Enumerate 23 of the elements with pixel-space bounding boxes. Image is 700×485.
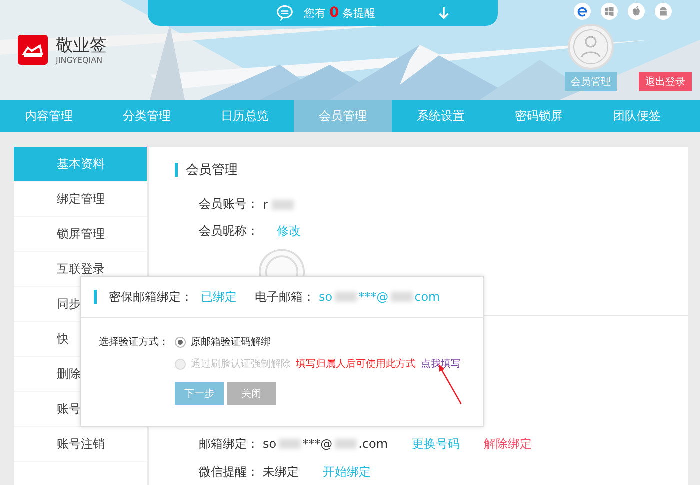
field-value: 未绑定 (263, 464, 299, 480)
section-title: 会员管理 (186, 162, 238, 179)
option-label: 通过刷脸认证强制解除 (191, 358, 291, 371)
reminder-text: 您有 0 条提醒 (304, 5, 376, 21)
email-text: so (319, 290, 333, 304)
field-label: 电子邮箱： (255, 288, 315, 306)
account-value: r (263, 198, 268, 212)
email-text: ***@ (358, 290, 389, 304)
field-label: 微信提醒： (199, 464, 259, 480)
brand-subtitle: JINGYEQIAN (56, 56, 104, 64)
field-label: 会员昵称： (199, 223, 259, 240)
brand-name: 敬业签 (56, 36, 107, 56)
warning-text: 填写归属人后可使用此方式 (296, 358, 416, 371)
field-value: ***@ (302, 437, 333, 451)
field-label: 邮箱绑定： (199, 436, 259, 452)
option-label: 原邮箱验证码解绑 (191, 336, 271, 349)
field-label: 密保邮箱绑定： (109, 288, 193, 306)
status-text: 已绑定 (201, 288, 237, 306)
field-value: so (263, 437, 277, 451)
field-value: .com (358, 437, 388, 451)
email-text: com (414, 290, 440, 304)
field-label: 选择验证方式： (98, 336, 169, 350)
field-label: 会员账号： (199, 196, 259, 213)
